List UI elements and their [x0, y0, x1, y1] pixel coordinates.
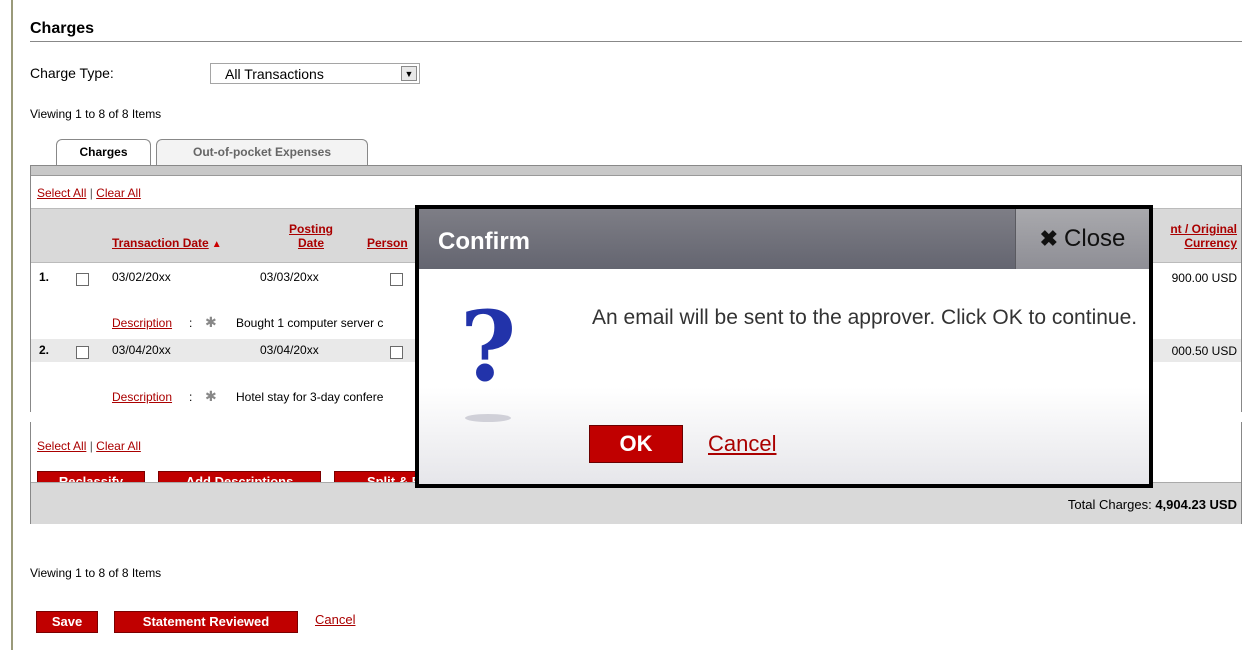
total-charges-value: 4,904.23 USD — [1155, 497, 1237, 512]
total-charges-label: Total Charges: — [1067, 497, 1152, 512]
dialog-cancel-link[interactable]: Cancel — [708, 431, 776, 457]
amount-header[interactable]: nt / Original Currency — [1170, 222, 1237, 250]
amount-header-line2: Currency — [1184, 236, 1237, 250]
star-icon[interactable]: ✱ — [205, 388, 217, 405]
amount-header-line1: nt / Original — [1170, 222, 1237, 236]
clear-all-link[interactable]: Clear All — [96, 439, 141, 453]
selection-links-top: Select All | Clear All — [37, 186, 141, 200]
total-charges: Total Charges: 4,904.23 USD — [1068, 497, 1237, 512]
clear-all-link[interactable]: Clear All — [96, 186, 141, 200]
tab-out-of-pocket-expenses[interactable]: Out-of-pocket Expenses — [156, 139, 368, 165]
confirm-dialog: Confirm ✖ Close ? An email will be sent t… — [415, 205, 1153, 488]
row-description: Bought 1 computer server c — [236, 316, 384, 330]
chevron-down-icon[interactable]: ▼ — [401, 66, 417, 81]
posting-date-header-line2: Date — [297, 236, 324, 250]
description-link[interactable]: Description — [112, 316, 172, 330]
statement-reviewed-button[interactable]: Statement Reviewed — [114, 611, 298, 633]
selection-separator: | — [89, 186, 93, 200]
save-button[interactable]: Save — [36, 611, 98, 633]
question-mark-shadow — [465, 414, 511, 422]
ok-button[interactable]: OK — [589, 425, 683, 463]
personal-header[interactable]: Person — [367, 236, 408, 250]
select-all-link[interactable]: Select All — [37, 439, 86, 453]
row-description: Hotel stay for 3-day confere — [236, 390, 384, 404]
selection-links-bottom: Select All | Clear All — [37, 439, 141, 453]
cancel-link[interactable]: Cancel — [315, 612, 355, 627]
selection-separator: | — [89, 439, 93, 453]
close-button[interactable]: ✖ Close — [1015, 209, 1149, 269]
row-personal-checkbox[interactable] — [390, 346, 403, 359]
transaction-date-header-label: Transaction Date — [112, 236, 209, 250]
posting-date-header-line1: Posting — [289, 222, 333, 236]
row-select-checkbox[interactable] — [76, 273, 89, 286]
row-personal-checkbox[interactable] — [390, 273, 403, 286]
description-link[interactable]: Description — [112, 390, 172, 404]
transaction-date-header[interactable]: Transaction Date ▲ — [112, 236, 222, 252]
row-select-checkbox[interactable] — [76, 346, 89, 359]
dialog-title: Confirm — [438, 228, 530, 255]
tab-charges[interactable]: Charges — [56, 139, 151, 165]
viewing-count-top: Viewing 1 to 8 of 8 Items — [30, 107, 162, 121]
close-label: Close — [1064, 225, 1126, 252]
row-transaction-date: 03/04/20xx — [112, 343, 171, 357]
totals-bar: Total Charges: 4,904.23 USD — [31, 482, 1241, 524]
sort-ascending-icon: ▲ — [211, 239, 222, 250]
row-transaction-date: 03/02/20xx — [112, 270, 171, 284]
charge-type-select[interactable]: All Transactions ▼ — [210, 63, 420, 84]
left-border-rule — [11, 0, 13, 650]
dialog-message: An email will be sent to the approver. C… — [592, 306, 1138, 329]
row-amount: 000.50 USD — [1171, 344, 1237, 358]
question-mark-icon: ? — [460, 290, 517, 403]
section-title: Charges — [30, 20, 95, 37]
dialog-header: Confirm ✖ Close — [419, 209, 1149, 269]
charge-type-label: Charge Type: — [30, 65, 114, 81]
viewing-count-bottom: Viewing 1 to 8 of 8 Items — [30, 566, 162, 580]
section-divider — [30, 41, 1242, 42]
star-icon[interactable]: ✱ — [205, 314, 217, 331]
row-posting-date: 03/04/20xx — [260, 343, 319, 357]
row-amount: 900.00 USD — [1171, 271, 1237, 285]
close-icon: ✖ — [1039, 226, 1059, 251]
posting-date-header[interactable]: Posting Date — [282, 222, 340, 250]
charge-type-value: All Transactions — [225, 66, 324, 82]
select-all-link[interactable]: Select All — [37, 186, 86, 200]
dialog-body: ? An email will be sent to the approver.… — [419, 269, 1149, 484]
row-posting-date: 03/03/20xx — [260, 270, 319, 284]
grid-top-bar — [31, 166, 1241, 176]
row-number: 2. — [39, 343, 50, 357]
row-number: 1. — [39, 270, 50, 284]
